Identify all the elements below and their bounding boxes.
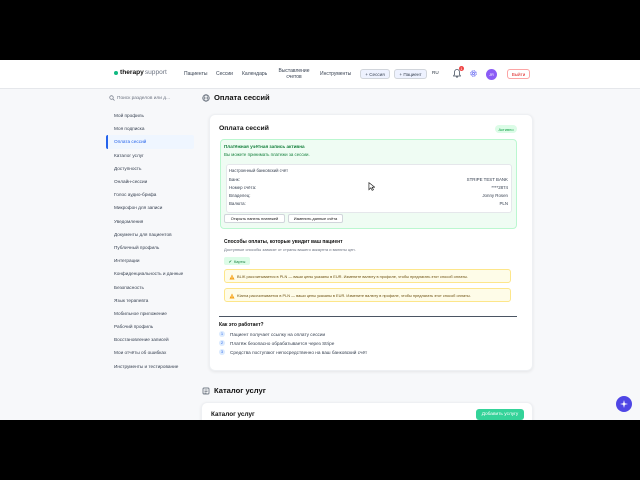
- catalog-section-title: Каталог услуг: [202, 386, 266, 395]
- warning-icon: [229, 293, 235, 299]
- payment-methods-subtitle: Доступные способы зависят от страны ваше…: [224, 247, 356, 252]
- how-it-works-title: Как это работает?: [219, 322, 264, 328]
- logout-button[interactable]: Выйти: [507, 69, 530, 79]
- sidebar-item[interactable]: Онлайн-сессии: [106, 175, 194, 188]
- logo-dot-icon: [114, 70, 118, 75]
- mouse-cursor-icon: [368, 182, 375, 191]
- sidebar-item[interactable]: Интеграции: [106, 254, 194, 267]
- open-payments-panel-button[interactable]: Открыть панель платежей: [224, 214, 285, 223]
- catalog-icon: [202, 387, 210, 394]
- payments-card-title: Оплата сессий: [219, 125, 269, 132]
- step-number: 3: [219, 349, 225, 355]
- divider: [219, 316, 517, 317]
- check-icon: ✔: [228, 258, 232, 264]
- bank-field-label: Номер счёта:: [229, 185, 257, 190]
- step-text: Платёж безопасно обрабатывается через St…: [230, 340, 335, 346]
- payments-section-label: Оплата сессий: [214, 93, 270, 102]
- avatar[interactable]: JR: [486, 69, 497, 80]
- method-card-chip: ✔ Карты: [224, 257, 250, 265]
- sidebar-item[interactable]: Восстановление записей: [106, 333, 194, 346]
- klarna-warning-text: Klarna рассчитывается в PLN — ваши цены …: [237, 292, 471, 298]
- status-badge: Активно: [495, 125, 517, 133]
- globe-icon: [202, 93, 210, 102]
- catalog-section-label: Каталог услуг: [214, 386, 266, 395]
- sidebar-item[interactable]: Микрофон для записи: [106, 201, 194, 214]
- notification-badge: 1: [459, 66, 464, 71]
- logo[interactable]: therapy support: [114, 69, 167, 76]
- step-number: 2: [219, 340, 225, 346]
- payments-section-title: Оплата сессий: [202, 93, 270, 102]
- sidebar-item[interactable]: Голос аудио-брифа: [106, 188, 194, 201]
- bank-field-label: Валюта:: [229, 201, 246, 206]
- nav-calendar[interactable]: Календарь: [242, 71, 267, 77]
- sidebar-item[interactable]: Моя подписка: [106, 122, 194, 135]
- sidebar-menu: Мой профиль Моя подписка Оплата сессий Ката…: [106, 109, 194, 373]
- bank-field-label: Банк:: [229, 177, 240, 182]
- sidebar-item[interactable]: Оплата сессий: [106, 135, 194, 149]
- nav-tools[interactable]: Инструменты: [320, 71, 351, 77]
- sidebar-item[interactable]: Безопасность: [106, 280, 194, 293]
- sidebar-item[interactable]: Инструменты и тестирование: [106, 360, 194, 373]
- logo-main: therapy: [120, 69, 144, 76]
- blik-warning-text: BLIK рассчитывается в PLN — ваши цены ук…: [237, 273, 468, 279]
- warning-icon: [229, 274, 235, 280]
- step-number: 1: [219, 331, 225, 337]
- sidebar-item[interactable]: Мои отчёты об ошибках: [106, 346, 194, 359]
- search-icon: [109, 95, 115, 101]
- nav-sessions[interactable]: Сессии: [216, 71, 233, 77]
- catalog-card-title: Каталог услуг: [211, 411, 255, 418]
- bank-account-header: Настроенный банковский счёт: [229, 168, 289, 173]
- sidebar-item[interactable]: Мой профиль: [106, 109, 194, 122]
- sidebar-item[interactable]: Публичный профиль: [106, 241, 194, 254]
- change-account-button[interactable]: Изменить данные счёта: [288, 214, 343, 223]
- top-navbar: therapy support Пациенты Сессии Календар…: [0, 60, 640, 89]
- sparkle-icon: [620, 400, 628, 408]
- sidebar-search-input[interactable]: Поиск разделов или д...: [106, 93, 194, 103]
- nav-billing[interactable]: Выставление счетов: [277, 68, 311, 80]
- payment-methods-title: Способы оплаты, которые увидит ваш пацие…: [224, 239, 343, 245]
- how-step: 3 Средства поступают непосредственно на в…: [219, 349, 367, 355]
- sidebar-item[interactable]: Доступность: [106, 162, 194, 175]
- sidebar-item[interactable]: Каталог услуг: [106, 149, 194, 162]
- sidebar-item[interactable]: Документы для пациентов: [106, 228, 194, 241]
- blik-warning: BLIK рассчитывается в PLN — ваши цены ук…: [224, 269, 511, 283]
- nav-patients[interactable]: Пациенты: [184, 71, 207, 77]
- bank-field-value: ****2874: [491, 185, 508, 190]
- step-text: Средства поступают непосредственно на ва…: [230, 349, 368, 355]
- bank-field-value: STRIPE TEST BANK: [466, 177, 508, 182]
- sidebar-item[interactable]: Уведомления: [106, 215, 194, 228]
- step-text: Пациент получает ссылку на оплату сессии: [230, 331, 326, 337]
- account-active-title: Платёжная учётная запись активна: [224, 144, 305, 149]
- klarna-warning: Klarna рассчитывается в PLN — ваши цены …: [224, 288, 511, 302]
- new-session-button[interactable]: + Сессия: [360, 69, 390, 79]
- logo-sub: support: [144, 69, 167, 76]
- app-window: therapy support Пациенты Сессии Календар…: [0, 60, 640, 420]
- gear-icon[interactable]: [469, 69, 478, 78]
- language-selector[interactable]: RU: [432, 70, 439, 75]
- settings-sidebar: Поиск разделов или д... Мой профиль Моя п…: [106, 93, 194, 373]
- new-patient-button[interactable]: + Пациент: [394, 69, 427, 79]
- account-active-subtitle: Вы можете принимать платежи за сессии.: [224, 152, 310, 157]
- search-placeholder: Поиск разделов или д...: [117, 95, 170, 101]
- sidebar-item[interactable]: Мобильное приложение: [106, 307, 194, 320]
- sidebar-item[interactable]: Язык терапевта: [106, 294, 194, 307]
- method-card-label: Карты: [233, 258, 246, 264]
- sidebar-item[interactable]: Конфиденциальность и данные: [106, 267, 194, 280]
- sidebar-item[interactable]: Рабочий профиль: [106, 320, 194, 333]
- add-service-button[interactable]: Добавить услугу: [476, 409, 524, 420]
- bank-field-value: Jonny Rosen: [482, 193, 508, 198]
- how-step: 1 Пациент получает ссылку на оплату сесси…: [219, 331, 325, 337]
- bank-field-value: PLN: [499, 201, 508, 206]
- how-step: 2 Платёж безопасно обрабатывается через S…: [219, 340, 334, 346]
- assistant-fab-button[interactable]: [616, 396, 632, 412]
- bank-field-label: Владелец:: [229, 193, 251, 198]
